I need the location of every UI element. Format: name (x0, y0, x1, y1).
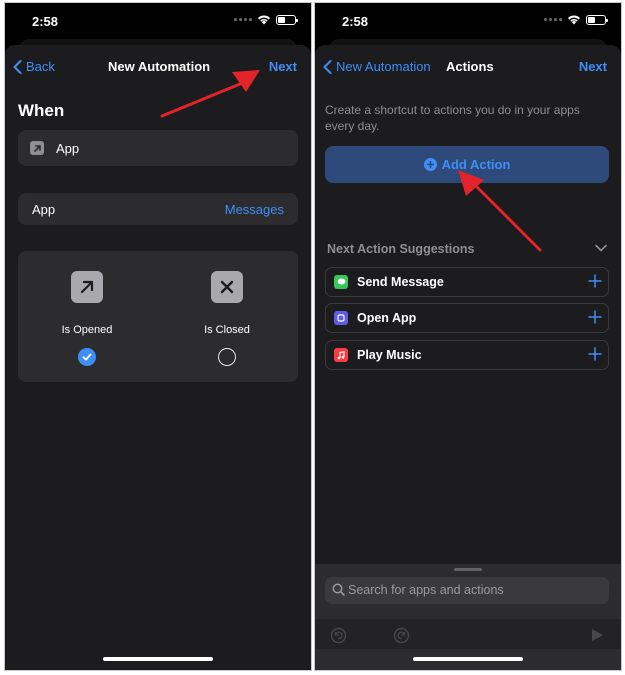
arrow-to-next-icon (160, 70, 260, 118)
annotation-arrows (160, 70, 542, 252)
arrow-to-add-action-icon (458, 170, 542, 252)
